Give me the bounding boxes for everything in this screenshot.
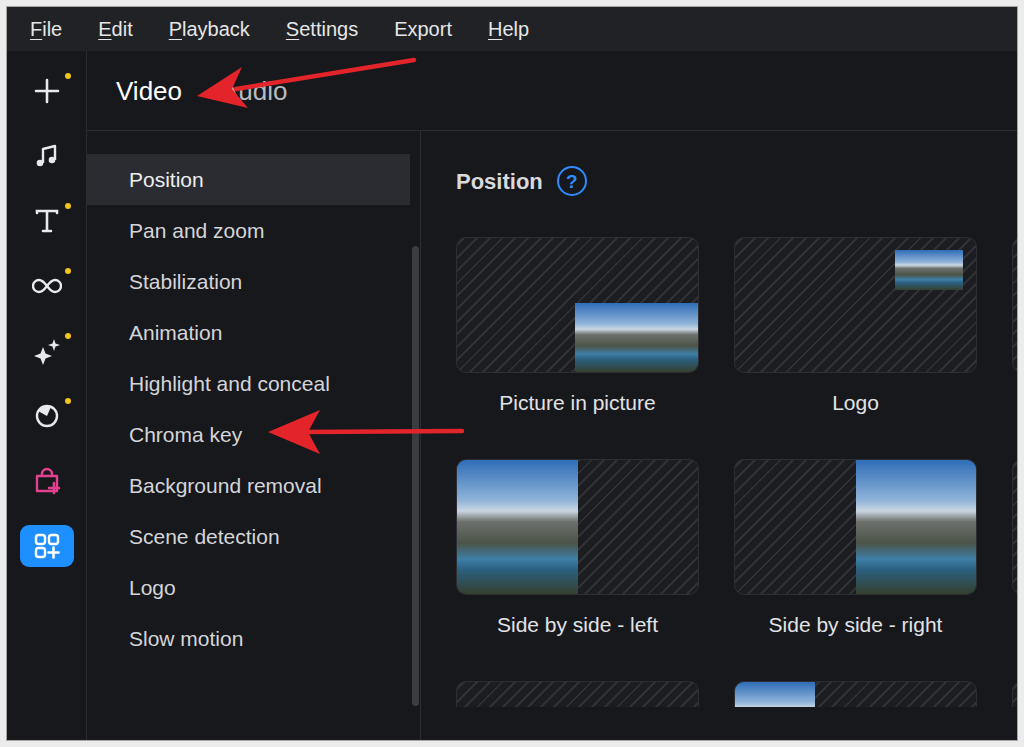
tab[interactable]: Video bbox=[116, 51, 182, 131]
toolbar-chip bbox=[32, 336, 62, 366]
toolbar-button[interactable] bbox=[7, 383, 86, 448]
toolbar-button[interactable] bbox=[7, 448, 86, 513]
new-badge bbox=[65, 268, 71, 274]
preset-thumbnail[interactable] bbox=[1012, 681, 1017, 707]
menu-bar: File Edit Playback Settings Export Help bbox=[7, 7, 1017, 51]
preset-label: Logo bbox=[734, 387, 977, 419]
section-item[interactable]: Logo bbox=[87, 562, 410, 613]
text-icon bbox=[32, 206, 62, 236]
menu-item[interactable]: Export bbox=[394, 7, 452, 51]
menu-item[interactable]: Settings bbox=[286, 7, 358, 51]
preset[interactable] bbox=[1012, 681, 1017, 707]
new-badge bbox=[65, 398, 71, 404]
menu-item[interactable]: Help bbox=[488, 7, 529, 51]
toolbar-chip bbox=[20, 525, 74, 567]
toolbar-chip bbox=[32, 141, 62, 171]
section-list: PositionPan and zoomStabilizationAnimati… bbox=[87, 131, 421, 740]
preset[interactable]: Picture in picture bbox=[456, 237, 699, 459]
preset-grid: Picture in picture Logo Side by side - lef… bbox=[456, 237, 1017, 707]
preset-thumbnail[interactable] bbox=[734, 681, 977, 707]
panel-title: Position bbox=[456, 165, 543, 198]
section-item[interactable]: Animation bbox=[87, 307, 410, 358]
toolbar-button[interactable] bbox=[7, 318, 86, 383]
tool-rail bbox=[7, 51, 87, 740]
preset-label: Side by side - left bbox=[456, 609, 699, 641]
transition-icon bbox=[32, 271, 62, 301]
work-area: VideoAudioPositionPan and zoomStabilizat… bbox=[87, 51, 1017, 740]
scrollbar[interactable] bbox=[412, 246, 419, 706]
landscape-picture bbox=[895, 250, 963, 290]
toolbar-button[interactable] bbox=[7, 513, 86, 578]
landscape-picture bbox=[575, 303, 698, 372]
section-item[interactable]: Scene detection bbox=[87, 511, 410, 562]
section-item[interactable]: Background removal bbox=[87, 460, 410, 511]
new-badge bbox=[65, 73, 71, 79]
plus-icon bbox=[32, 76, 62, 106]
tab-bar: Video Audio bbox=[87, 51, 1017, 131]
toolbar-chip bbox=[32, 466, 62, 496]
preset-thumbnail[interactable] bbox=[456, 459, 699, 595]
landscape-picture bbox=[856, 460, 977, 594]
preset-thumbnail[interactable] bbox=[1012, 459, 1017, 595]
music-icon bbox=[32, 141, 62, 171]
help-icon[interactable]: ? bbox=[557, 166, 587, 196]
preset-thumbnail[interactable] bbox=[734, 459, 977, 595]
landscape-picture bbox=[457, 460, 578, 594]
toolbar-button[interactable] bbox=[7, 188, 86, 253]
annotation-layer bbox=[0, 0, 1024, 747]
preset-thumbnail[interactable] bbox=[456, 681, 699, 707]
main-area: VideoAudioPositionPan and zoomStabilizat… bbox=[7, 51, 1017, 740]
preset[interactable] bbox=[456, 681, 699, 707]
preset[interactable]: Logo bbox=[734, 237, 977, 459]
landscape-picture bbox=[735, 682, 815, 707]
section-item[interactable]: Chroma key bbox=[87, 409, 410, 460]
toolbar-button[interactable] bbox=[7, 58, 86, 123]
toolbar-chip bbox=[32, 76, 62, 106]
new-badge bbox=[65, 333, 71, 339]
menu-item[interactable]: Playback bbox=[169, 7, 250, 51]
new-badge bbox=[65, 203, 71, 209]
annotation-arrow bbox=[197, 60, 414, 108]
effects-icon bbox=[32, 336, 62, 366]
editor-window: File Edit Playback Settings Export Help Video A… bbox=[6, 6, 1018, 741]
preset-thumbnail[interactable] bbox=[1012, 237, 1017, 373]
annotation-arrow bbox=[268, 410, 462, 454]
section-item[interactable]: Highlight and conceal bbox=[87, 358, 410, 409]
panel-header: Position? bbox=[456, 166, 1017, 196]
section-item[interactable]: Position bbox=[87, 154, 410, 205]
preset-thumbnail[interactable] bbox=[456, 237, 699, 373]
section-item[interactable]: Stabilization bbox=[87, 256, 410, 307]
preset[interactable] bbox=[734, 681, 977, 707]
stickers-icon bbox=[32, 401, 62, 431]
toolbar-chip bbox=[32, 271, 62, 301]
tab[interactable]: Audio bbox=[221, 51, 288, 131]
toolbar-chip bbox=[32, 401, 62, 431]
preset[interactable] bbox=[1012, 459, 1017, 681]
menu-item[interactable]: File bbox=[30, 7, 62, 51]
store-icon bbox=[32, 466, 62, 496]
preset-label: Picture in picture bbox=[456, 387, 699, 419]
menu-item[interactable]: Edit bbox=[98, 7, 132, 51]
more-tools-icon bbox=[32, 531, 62, 561]
preset-panel: Position? Picture in picture Logo Side by s… bbox=[421, 131, 1017, 740]
section-item[interactable]: Pan and zoom bbox=[87, 205, 410, 256]
preset[interactable]: Side by side - right bbox=[734, 459, 977, 681]
section-item[interactable]: Slow motion bbox=[87, 613, 410, 664]
preset-label: Side by side - right bbox=[734, 609, 977, 641]
toolbar-button[interactable] bbox=[7, 123, 86, 188]
toolbar-chip bbox=[32, 206, 62, 236]
preset[interactable]: Side by side - left bbox=[456, 459, 699, 681]
preset-thumbnail[interactable] bbox=[734, 237, 977, 373]
preset-scroll: Picture in picture Logo Side by side - lef… bbox=[456, 237, 1017, 707]
tool-body: PositionPan and zoomStabilizationAnimati… bbox=[87, 131, 1017, 740]
preset[interactable] bbox=[1012, 237, 1017, 459]
toolbar-button[interactable] bbox=[7, 253, 86, 318]
